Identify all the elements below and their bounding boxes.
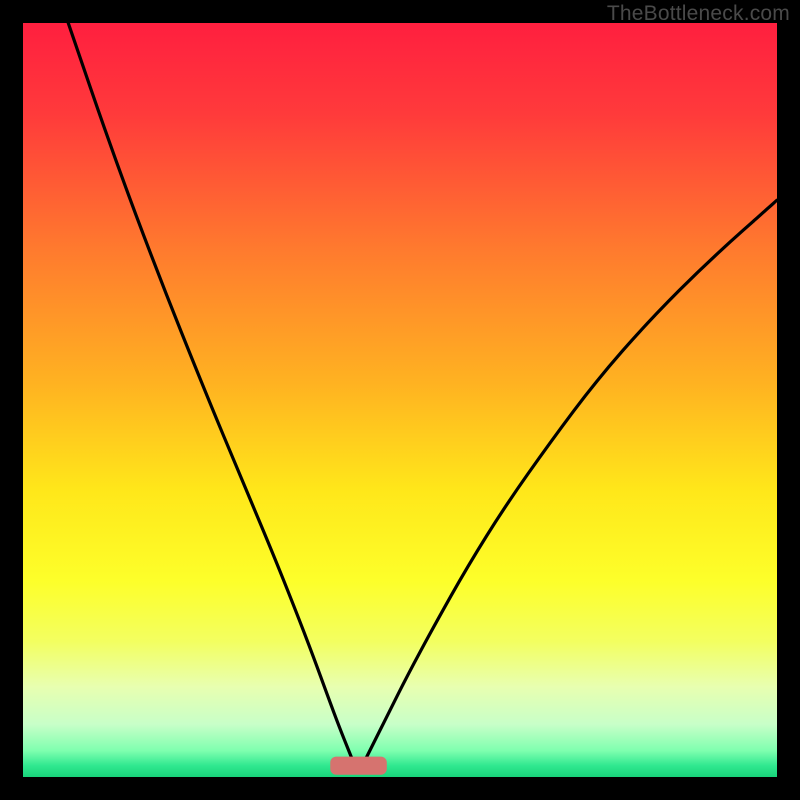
watermark-label: TheBottleneck.com — [607, 2, 790, 26]
chart-frame — [23, 23, 777, 777]
gradient-background — [23, 23, 777, 777]
bottleneck-curve-chart — [23, 23, 777, 777]
optimal-point-marker — [330, 757, 387, 775]
